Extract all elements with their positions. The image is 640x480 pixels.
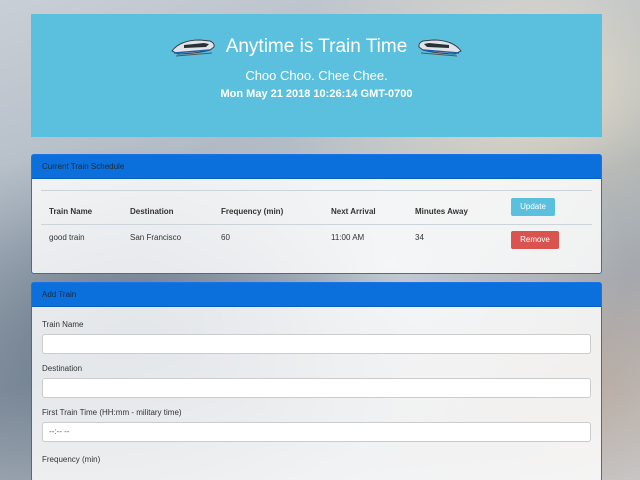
update-button[interactable]: Update	[511, 198, 555, 216]
schedule-panel-heading: Current Train Schedule	[32, 155, 601, 179]
frequency-label: Frequency (min)	[42, 455, 101, 464]
add-train-panel-heading: Add Train	[32, 283, 601, 307]
train-name-input[interactable]	[42, 334, 591, 354]
first-train-time-input[interactable]: --:-- --	[42, 422, 591, 442]
page-title: Anytime is Train Time	[225, 36, 408, 57]
column-header-minutes-away: Minutes Away	[415, 207, 468, 216]
column-header-frequency: Frequency (min)	[221, 207, 284, 216]
train-icon	[418, 39, 463, 57]
cell-next-arrival: 11:00 AM	[331, 233, 365, 242]
train-name-label: Train Name	[42, 320, 84, 329]
cell-minutes-away: 34	[415, 233, 424, 242]
cell-train-name: good train	[49, 233, 85, 242]
first-train-time-label: First Train Time (HH:mm - military time)	[42, 408, 182, 417]
jumbotron-header: Anytime is Train Time Choo Choo. Chee Ch…	[31, 14, 602, 137]
current-datetime: Mon May 21 2018 10:26:14 GMT-0700	[220, 88, 413, 100]
cell-destination: San Francisco	[130, 233, 182, 242]
column-header-destination: Destination	[130, 207, 174, 216]
schedule-panel: Current Train Schedule Train Name Destin…	[31, 154, 602, 274]
main-container: Anytime is Train Time Choo Choo. Chee Ch…	[31, 14, 602, 480]
divider	[41, 224, 592, 225]
destination-input[interactable]	[42, 378, 591, 398]
column-header-next-arrival: Next Arrival	[331, 207, 376, 216]
divider	[41, 190, 592, 191]
cell-frequency: 60	[221, 233, 230, 242]
train-icon	[170, 39, 215, 57]
remove-button[interactable]: Remove	[511, 231, 559, 249]
add-train-panel: Add Train Train Name Destination First T…	[31, 282, 602, 480]
destination-label: Destination	[42, 364, 83, 373]
column-header-train-name: Train Name	[49, 207, 93, 216]
page-subtitle: Choo Choo. Chee Chee.	[245, 68, 388, 83]
title-row: Anytime is Train Time	[31, 32, 602, 62]
